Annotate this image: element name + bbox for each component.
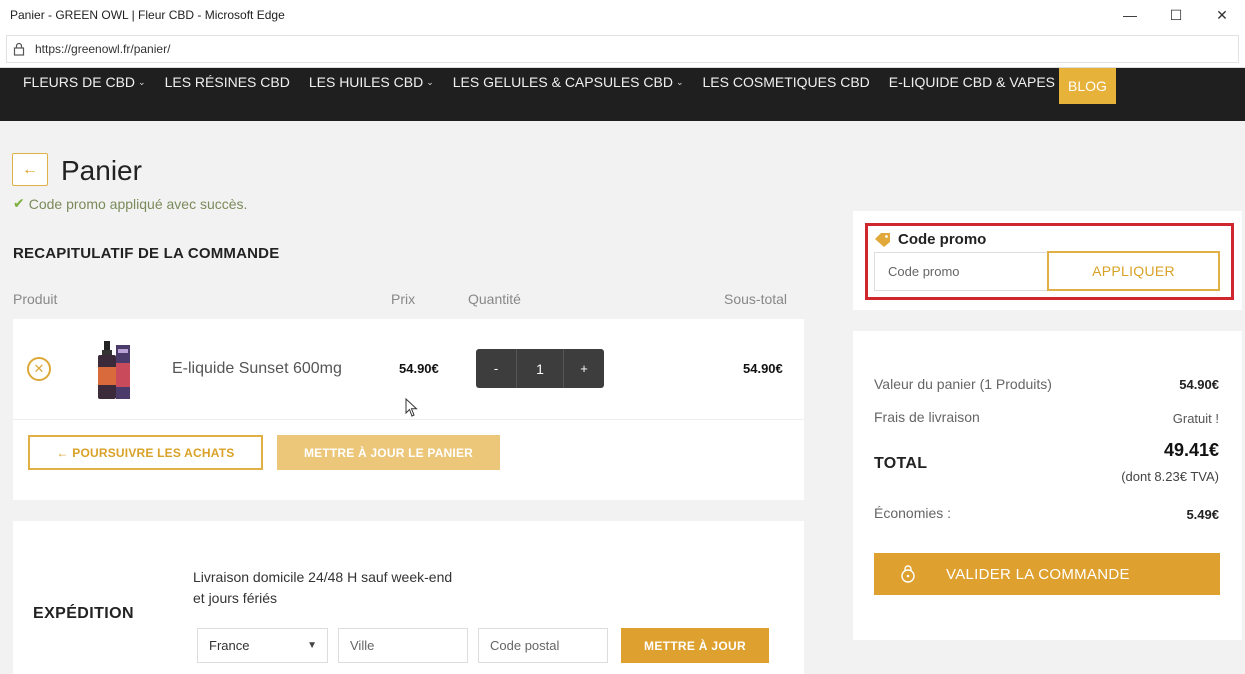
quantity-decrease-button[interactable]: -: [476, 349, 516, 388]
maximize-icon[interactable]: ☐: [1153, 0, 1199, 30]
tag-icon: [875, 233, 890, 247]
chevron-down-icon: ▼: [307, 640, 317, 651]
shipping-fee-label: Frais de livraison: [874, 409, 980, 425]
nav-item-gelules[interactable]: LES GELULES & CAPSULES CBD ⌄: [453, 74, 684, 90]
shipping-description: Livraison domicile 24/48 H sauf week-end…: [193, 569, 453, 606]
nav-item-blog[interactable]: BLOG: [1059, 68, 1116, 104]
nav-item-label: LES COSMETIQUES CBD: [702, 74, 870, 90]
success-message-text: Code promo appliqué avec succès.: [28, 195, 248, 212]
city-input[interactable]: Ville: [338, 628, 468, 663]
total-value: 49.41€: [1163, 440, 1219, 460]
chevron-down-icon: ⌄: [675, 76, 684, 87]
cart-value-label: Valeur du panier (1 Produits): [874, 376, 1052, 392]
quantity-increase-button[interactable]: +: [564, 349, 604, 388]
promo-code-input[interactable]: Code promo: [874, 252, 1048, 291]
column-header-product: Produit: [13, 291, 58, 307]
column-header-subtotal: Sous-total: [724, 291, 788, 307]
window-controls: — ☐ ✕: [1107, 0, 1245, 30]
column-header-quantity: Quantité: [468, 291, 521, 307]
chevron-down-icon: ⌄: [138, 76, 146, 87]
success-message: ✔ Code promo appliqué avec succès.: [13, 195, 247, 212]
column-header-price: Prix: [391, 291, 416, 307]
apply-promo-button[interactable]: APPLIQUER: [1047, 251, 1220, 291]
nav-item-label: E-LIQUIDE CBD & VAPES: [888, 74, 1056, 90]
savings-value: 5.49€: [1186, 507, 1219, 522]
product-price: 54.90€: [399, 361, 439, 376]
update-shipping-button[interactable]: METTRE À JOUR: [621, 628, 769, 663]
country-select[interactable]: France ▼: [197, 628, 328, 663]
continue-shopping-button[interactable]: ← POURSUIVRE LES ACHATS: [28, 435, 263, 470]
remove-item-icon[interactable]: ✕: [27, 357, 51, 381]
window-title: Panier - GREEN OWL | Fleur CBD - Microso…: [10, 8, 285, 22]
site-nav: FLEURS DE CBD ⌄ LES RÉSINES CBD LES HUILE…: [0, 68, 1245, 121]
update-cart-button[interactable]: METTRE À JOUR LE PANIER: [277, 435, 500, 470]
product-name[interactable]: E-liquide Sunset 600mg: [172, 360, 342, 378]
lock-icon: [901, 565, 915, 583]
nav-item-eliquide[interactable]: E-LIQUIDE CBD & VAPES⌄: [889, 74, 1066, 90]
total-label: TOTAL: [874, 455, 928, 472]
validate-order-label: VALIDER LA COMMANDE: [946, 565, 1130, 583]
product-image[interactable]: [90, 337, 134, 401]
back-button[interactable]: ←: [12, 153, 48, 186]
minimize-icon[interactable]: —: [1107, 0, 1153, 30]
postal-code-input[interactable]: Code postal: [478, 628, 608, 663]
nav-item-label: LES GELULES & CAPSULES CBD: [452, 74, 673, 90]
mouse-cursor-icon: [405, 397, 419, 418]
arrow-left-icon: ←: [22, 160, 38, 178]
cart-value: 54.90€: [1179, 377, 1219, 392]
nav-item-resines[interactable]: LES RÉSINES CBD: [165, 74, 290, 90]
validate-order-button[interactable]: VALIDER LA COMMANDE: [874, 553, 1220, 595]
nav-item-label: LES RÉSINES CBD: [164, 74, 290, 90]
promo-label: Code promo: [874, 231, 986, 248]
tva-note: (dont 8.23€ TVA): [1121, 469, 1219, 484]
shipping-title: EXPÉDITION: [33, 605, 134, 622]
window-titlebar: Panier - GREEN OWL | Fleur CBD - Microso…: [0, 0, 1245, 30]
quantity-stepper: - 1 +: [476, 349, 604, 388]
order-summary-title: RECAPITULATIF DE LA COMMANDE: [13, 245, 280, 262]
checkmark-icon: ✔: [13, 195, 25, 211]
country-value: France: [209, 638, 250, 653]
close-icon[interactable]: ✕: [1199, 0, 1245, 30]
page-title: Panier: [61, 155, 142, 186]
quantity-value[interactable]: 1: [516, 349, 564, 388]
promo-label-text: Code promo: [898, 231, 987, 248]
nav-item-fleurs[interactable]: FLEURS DE CBD ⌄: [23, 74, 146, 90]
chevron-down-icon: ⌄: [426, 76, 434, 87]
product-subtotal: 54.90€: [743, 361, 783, 376]
divider: [13, 419, 804, 420]
savings-label: Économies :: [874, 505, 952, 521]
nav-item-huiles[interactable]: LES HUILES CBD ⌄: [309, 74, 434, 90]
url-input[interactable]: https://greenowl.fr/panier/: [6, 34, 1239, 63]
url-text: https://greenowl.fr/panier/: [35, 41, 171, 56]
address-bar: https://greenowl.fr/panier/: [0, 30, 1245, 68]
nav-item-cosmetiques[interactable]: LES COSMETIQUES CBD: [703, 74, 870, 90]
nav-item-label: LES HUILES CBD: [308, 74, 424, 90]
nav-menu: FLEURS DE CBD ⌄ LES RÉSINES CBD LES HUILE…: [23, 68, 1085, 96]
lock-icon: [13, 42, 27, 56]
nav-item-label: FLEURS DE CBD: [23, 74, 136, 90]
shipping-fee-value: Gratuit !: [1172, 411, 1219, 426]
